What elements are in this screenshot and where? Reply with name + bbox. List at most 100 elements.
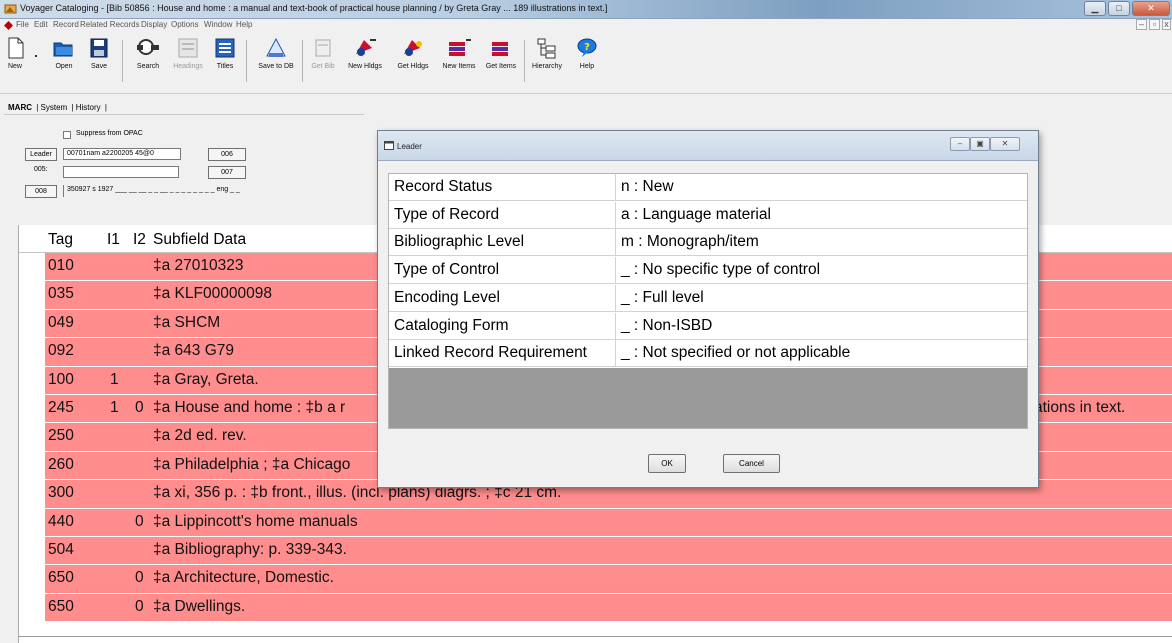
indicator2-cell[interactable]: 0 (135, 399, 144, 417)
leader-row[interactable]: Record Status n : New (389, 174, 1027, 201)
menu-options[interactable]: Options (171, 20, 199, 29)
save-to-db-button[interactable]: Save to DB (254, 36, 298, 70)
table-row[interactable]: 650 0 ‡a Dwellings. (19, 593, 1172, 622)
leader-row[interactable]: Type of Record a : Language material (389, 201, 1027, 229)
006-button[interactable]: 006 (208, 148, 246, 161)
leader-field[interactable]: 00701nam a2200205 45@0 (63, 148, 181, 160)
leader-value[interactable]: a : Language material (621, 206, 771, 224)
get-holdings-button[interactable]: Get Hldgs (390, 36, 436, 70)
leader-value[interactable]: _ : Non-ISBD (621, 317, 712, 335)
tag-cell[interactable]: 245 (48, 399, 74, 417)
subfield-data-cell[interactable]: ‡a 2d ed. rev. (153, 427, 247, 445)
indicator2-cell[interactable]: 0 (135, 513, 144, 531)
table-row[interactable]: 504 ‡a Bibliography: p. 339-343. (19, 536, 1172, 565)
tag-cell[interactable]: 035 (48, 285, 74, 303)
leader-row[interactable]: Cataloging Form _ : Non-ISBD (389, 312, 1027, 340)
tag-cell[interactable]: 100 (48, 371, 74, 389)
tag-cell[interactable]: 049 (48, 314, 74, 332)
tag-cell[interactable]: 650 (48, 569, 74, 587)
get-bib-button[interactable]: Get Bib (308, 36, 338, 70)
subfield-data-cell[interactable]: ‡a House and home : ‡b a r (153, 399, 345, 417)
tag-cell[interactable]: 092 (48, 342, 74, 360)
leader-value[interactable]: _ : Not specified or not applicable (621, 344, 850, 362)
leader-row[interactable]: Type of Control _ : No specific type of c… (389, 257, 1027, 285)
leader-value[interactable]: n : New (621, 178, 674, 196)
new-dropdown-arrow[interactable] (30, 36, 42, 60)
new-holdings-button[interactable]: New Hldgs (342, 36, 388, 70)
leader-value[interactable]: _ : No specific type of control (621, 261, 820, 279)
new-button[interactable]: New (2, 36, 28, 70)
leader-row[interactable]: Encoding Level _ : Full level (389, 284, 1027, 312)
subfield-data-cell[interactable]: ‡a KLF00000098 (153, 285, 272, 303)
menu-related-records[interactable]: Related Records (80, 20, 140, 29)
leader-value[interactable]: m : Monograph/item (621, 233, 759, 251)
indicator2-cell[interactable]: 0 (135, 569, 144, 587)
tag-cell[interactable]: 440 (48, 513, 74, 531)
menu-window[interactable]: Window (204, 20, 232, 29)
tag-cell[interactable]: 300 (48, 484, 74, 502)
save-button[interactable]: Save (84, 36, 114, 70)
subfield-data-cell[interactable]: ‡a Architecture, Domestic. (153, 569, 334, 587)
tag-cell[interactable]: 010 (48, 257, 74, 275)
help-button[interactable]: ? Help (572, 36, 602, 70)
table-row[interactable]: 650 0 ‡a Architecture, Domestic. (19, 565, 1172, 593)
tab-marc[interactable]: MARC (8, 103, 32, 112)
close-button[interactable]: ✕ (1132, 1, 1170, 16)
leader-value[interactable]: _ : Full level (621, 289, 704, 307)
subfield-data-cell[interactable]: ‡a Bibliography: p. 339-343. (153, 541, 347, 559)
subfield-data-cell[interactable]: ‡a SHCM (153, 314, 220, 332)
maximize-button[interactable]: □ (1108, 1, 1130, 16)
col-i1-header[interactable]: I1 (107, 231, 120, 249)
subfield-data-cell[interactable]: ‡a 643 G79 (153, 342, 234, 360)
indicator2-cell[interactable]: 0 (135, 598, 144, 616)
minimize-button[interactable]: ▁ (1084, 1, 1106, 16)
mdi-minimize-button[interactable]: – (1136, 19, 1147, 30)
dialog-close-button[interactable]: ✕ (990, 137, 1020, 151)
ok-button[interactable]: OK (648, 454, 686, 473)
subfield-data-cell[interactable]: ‡a Dwellings. (153, 598, 245, 616)
col-tag-header[interactable]: Tag (48, 231, 73, 249)
dialog-maximize-button[interactable]: ▣ (970, 137, 990, 151)
tag-cell[interactable]: 250 (48, 427, 74, 445)
dialog-minimize-button[interactable]: – (950, 137, 970, 151)
menu-file[interactable]: File (16, 20, 29, 29)
leader-button[interactable]: Leader (25, 148, 57, 161)
008-field[interactable]: 350927 s 1927 ___ __ __ _ _ __ _ _ _ _ _… (63, 185, 363, 197)
tab-history[interactable]: History (76, 103, 101, 112)
suppress-from-opac-checkbox[interactable] (63, 131, 71, 139)
table-row[interactable]: 440 0 ‡a Lippincott's home manuals (19, 508, 1172, 537)
007-button[interactable]: 007 (208, 166, 246, 179)
leader-row[interactable]: Linked Record Requirement _ : Not specifi… (389, 340, 1027, 368)
mdi-restore-button[interactable]: ▫ (1149, 19, 1160, 30)
menu-edit[interactable]: Edit (34, 20, 48, 29)
new-items-button[interactable]: New Items (438, 36, 480, 70)
headings-button[interactable]: Headings (170, 36, 206, 70)
subfield-data-cell[interactable]: ‡a 27010323 (153, 257, 244, 275)
cancel-button[interactable]: Cancel (723, 454, 780, 473)
titles-button[interactable]: Titles (210, 36, 240, 70)
indicator1-cell[interactable]: 1 (110, 399, 119, 417)
tag-cell[interactable]: 650 (48, 598, 74, 616)
menu-help[interactable]: Help (236, 20, 252, 29)
005-field[interactable] (63, 166, 179, 178)
subfield-data-cell[interactable]: ‡a Gray, Greta. (153, 371, 259, 389)
menu-display[interactable]: Display (141, 20, 167, 29)
subfield-data-cell[interactable]: ‡a Philadelphia ; ‡a Chicago (153, 456, 350, 474)
get-items-button[interactable]: Get Items (481, 36, 521, 70)
leader-row[interactable]: Bibliographic Level m : Monograph/item (389, 229, 1027, 257)
col-subfield-header[interactable]: Subfield Data (153, 231, 246, 249)
menu-record[interactable]: Record (53, 20, 79, 29)
subfield-data-cell[interactable]: ‡a Lippincott's home manuals (153, 513, 358, 531)
tag-cell[interactable]: 504 (48, 541, 74, 559)
hierarchy-button[interactable]: Hierarchy (528, 36, 566, 70)
tab-system[interactable]: System (41, 103, 68, 112)
tag-cell[interactable]: 260 (48, 456, 74, 474)
record-diamond-icon[interactable] (4, 21, 13, 30)
search-button[interactable]: Search (128, 36, 168, 70)
indicator1-cell[interactable]: 1 (110, 371, 119, 389)
mdi-close-button[interactable]: x (1162, 19, 1171, 30)
col-i2-header[interactable]: I2 (133, 231, 146, 249)
008-button[interactable]: 008 (25, 185, 57, 198)
open-button[interactable]: Open (46, 36, 82, 70)
toolbar-separator (524, 40, 525, 82)
